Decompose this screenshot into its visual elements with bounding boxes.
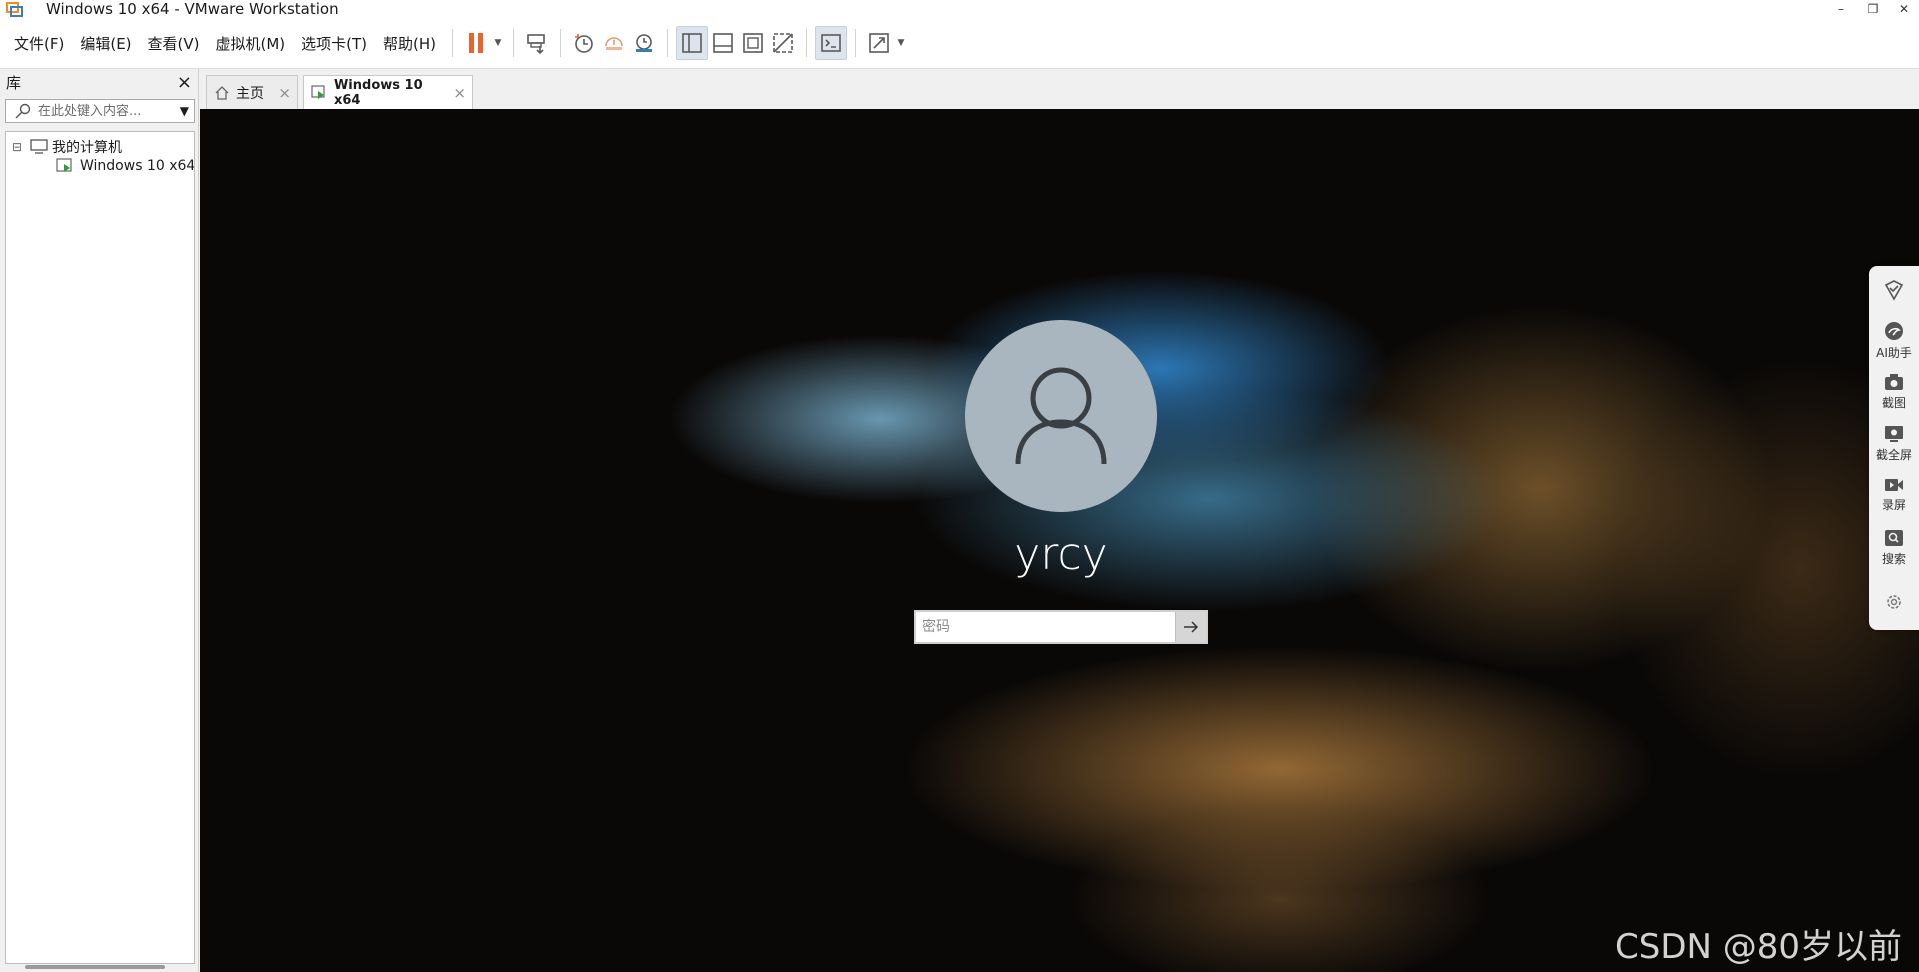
library-search-input[interactable]	[36, 102, 170, 120]
tab-windows-10-close-icon[interactable]: ×	[453, 84, 466, 102]
arrow-right-icon	[1184, 621, 1199, 633]
record-screen-button[interactable]: 录屏	[1869, 476, 1919, 513]
user-avatar	[965, 320, 1157, 512]
revert-snapshot-button[interactable]	[599, 27, 629, 59]
tab-windows-10[interactable]: Windows 10 x64 ×	[303, 75, 473, 109]
camera-icon	[1885, 374, 1903, 390]
stretch-icon	[869, 33, 889, 53]
send-ctrl-alt-del-button[interactable]	[522, 27, 552, 59]
ai-assistant-icon	[1885, 322, 1903, 340]
minimize-button[interactable]: –	[1826, 0, 1856, 18]
unity-button[interactable]	[768, 27, 798, 59]
unity-icon	[773, 33, 793, 53]
settings-button[interactable]	[1869, 592, 1919, 612]
tree-label-my-computer: 我的计算机	[52, 140, 122, 156]
tab-home-label: 主页	[236, 85, 264, 102]
tab-home[interactable]: 主页 ×	[206, 75, 298, 109]
restore-button[interactable]: ❐	[1858, 0, 1888, 18]
toolbar-separator	[667, 29, 669, 57]
snapshot-revert-icon	[605, 37, 623, 50]
snapshot-clock-icon	[575, 34, 593, 53]
send-keys-icon	[527, 34, 545, 55]
running-vm-icon	[311, 84, 325, 99]
suspend-button[interactable]	[461, 27, 491, 59]
record-screen-label: 录屏	[1881, 498, 1906, 512]
ai-assistant-label: AI助手	[1876, 346, 1912, 360]
library-layout-icon	[682, 33, 702, 53]
pause-icon	[469, 33, 484, 53]
stretch-dropdown[interactable]: ▼	[894, 38, 908, 48]
tab-home-close-icon[interactable]: ×	[278, 84, 291, 102]
gear-icon	[1887, 595, 1901, 609]
full-screen-button[interactable]	[738, 27, 768, 59]
tree-node-my-computer[interactable]: ⊟ 我的计算机	[12, 137, 122, 157]
menu-help[interactable]: 帮助(H)	[375, 33, 444, 54]
library-horizontal-scrollbar[interactable]	[25, 965, 165, 969]
collapse-toggle-icon[interactable]: ⊟	[12, 140, 28, 154]
user-icon	[1015, 367, 1107, 465]
menu-edit[interactable]: 编辑(E)	[72, 33, 139, 54]
password-input[interactable]	[916, 612, 1175, 642]
screenshot-label: 截图	[1881, 396, 1906, 410]
vmware-logo-icon	[6, 1, 24, 17]
csdn-watermark: CSDN @80岁以前	[1615, 927, 1903, 967]
toolbar-separator	[560, 29, 562, 57]
snapshot-manager-icon	[636, 34, 653, 52]
close-window-button[interactable]: ✕	[1889, 0, 1919, 18]
power-dropdown[interactable]: ▼	[491, 38, 505, 48]
tree-node-windows-10[interactable]: Windows 10 x64	[56, 158, 195, 174]
full-screenshot-button[interactable]: 截全屏	[1869, 424, 1919, 463]
tab-windows-10-label: Windows 10 x64	[333, 77, 423, 108]
search-icon	[15, 103, 31, 119]
running-vm-icon	[56, 158, 72, 172]
menu-view[interactable]: 查看(V)	[140, 33, 208, 54]
monitor-capture-icon	[1885, 426, 1903, 442]
window-title: Windows 10 x64 - VMware Workstation	[46, 0, 339, 18]
library-header: 库 ×	[0, 69, 198, 95]
console-view-button[interactable]	[815, 26, 848, 60]
full-screen-icon	[743, 33, 763, 53]
submit-button[interactable]	[1175, 612, 1206, 642]
search-button[interactable]: 搜索	[1869, 528, 1919, 567]
ai-assistant-button[interactable]: AI助手	[1869, 320, 1919, 361]
library-search[interactable]: ▼	[5, 99, 195, 123]
snapshot-manager-button[interactable]	[629, 27, 659, 59]
search-label: 搜索	[1881, 552, 1906, 566]
tree-label-windows-10: Windows 10 x64	[80, 158, 195, 174]
library-tree: ⊟ 我的计算机 Windows 10 x64	[5, 131, 195, 964]
show-thumbnail-bar-button[interactable]	[708, 27, 738, 59]
home-icon	[215, 85, 229, 100]
username-label: yrcy	[1014, 529, 1108, 580]
search-dropdown-icon[interactable]: ▼	[180, 104, 189, 118]
floating-side-toolbar: AI助手 截图 截全屏 录屏 搜索	[1869, 266, 1919, 630]
console-icon	[821, 34, 841, 52]
video-camera-icon	[1885, 479, 1903, 491]
show-library-button[interactable]	[676, 26, 709, 60]
password-box	[914, 610, 1208, 644]
title-bar: Windows 10 x64 - VMware Workstation – ❐ …	[0, 0, 1919, 18]
full-screenshot-label: 截全屏	[1875, 448, 1912, 462]
menu-file[interactable]: 文件(F)	[6, 33, 72, 54]
search-icon	[1885, 530, 1903, 546]
menu-tabs[interactable]: 选项卡(T)	[293, 33, 375, 54]
library-panel: 库 × ▼ ⊟ 我的计算机 Windows 10 x64	[0, 69, 199, 972]
tab-strip: 主页 × Windows 10 x64 ×	[199, 69, 1919, 109]
toolbar-separator	[855, 29, 857, 57]
stretch-guest-button[interactable]	[864, 27, 894, 59]
take-snapshot-button[interactable]	[569, 27, 599, 59]
computer-icon	[30, 139, 48, 154]
toolbar-separator	[513, 29, 515, 57]
shield-check-icon	[1884, 280, 1904, 301]
menu-toolbar: 文件(F) 编辑(E) 查看(V) 虚拟机(M) 选项卡(T) 帮助(H) ▼	[0, 18, 1919, 69]
library-close-button[interactable]: ×	[177, 72, 192, 93]
menu-vm[interactable]: 虚拟机(M)	[208, 33, 294, 54]
library-title: 库	[6, 73, 22, 92]
toolbar-separator	[452, 29, 454, 57]
toolbar-separator	[806, 29, 808, 57]
security-button[interactable]	[1869, 278, 1919, 302]
thumbnail-layout-icon	[713, 33, 733, 53]
screenshot-button[interactable]: 截图	[1869, 372, 1919, 411]
vm-console[interactable]: yrcy CSDN @80岁以前	[200, 109, 1919, 972]
